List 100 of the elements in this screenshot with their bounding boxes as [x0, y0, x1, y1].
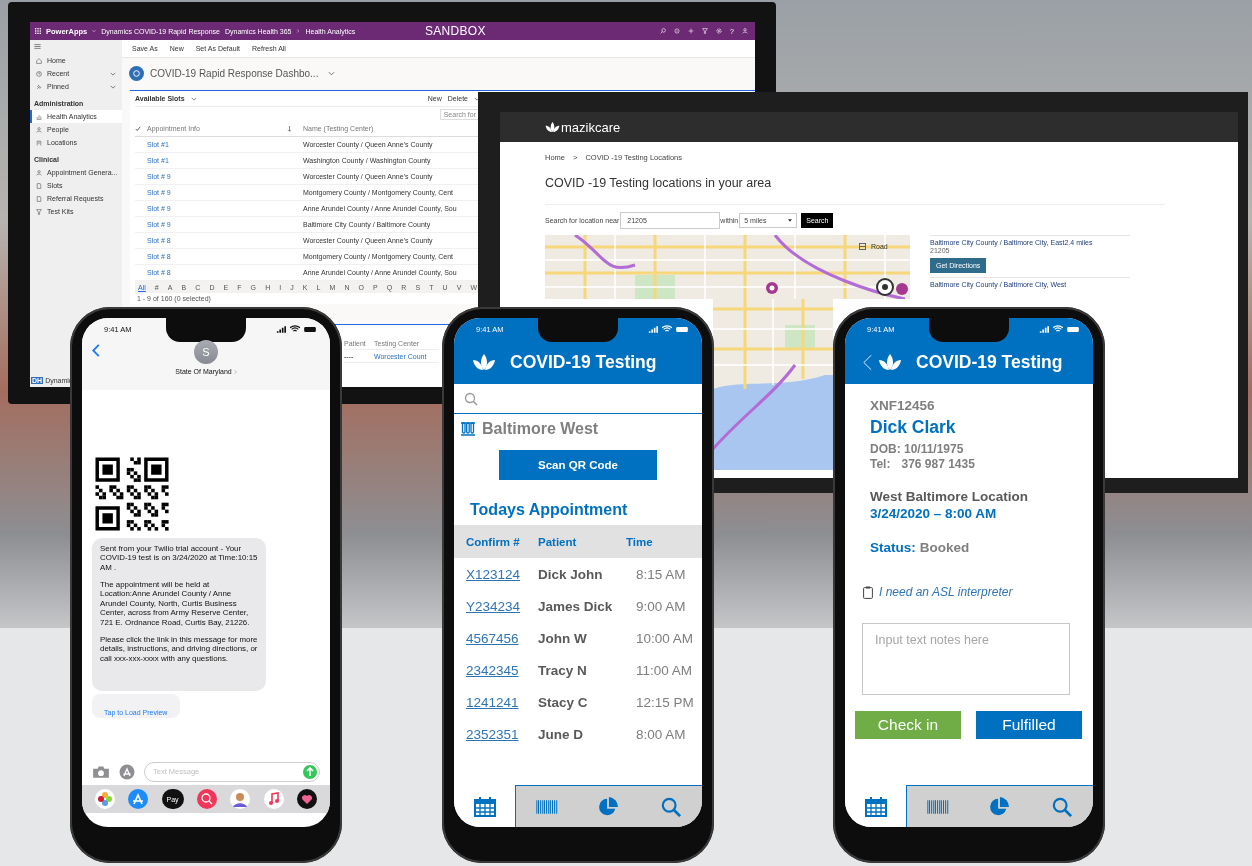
dashboard-icon [129, 65, 144, 81]
confirmation-link[interactable]: 2352351 [466, 726, 538, 742]
confirmation-link[interactable]: 1241241 [466, 694, 538, 710]
heart-app-icon[interactable] [297, 789, 318, 809]
appointment-time: 9:00 AM [636, 598, 687, 614]
person-icon [36, 169, 42, 176]
person-icon [36, 126, 42, 133]
patient-name: James Dick [538, 598, 614, 614]
location-name: West Baltimore Location [870, 489, 1030, 504]
leaf-logo-icon [472, 353, 496, 371]
leaf-logo-icon [545, 121, 560, 133]
accessibility-note: I need an ASL interpreter [879, 585, 1013, 599]
sort-arrow-icon [287, 125, 292, 132]
dropdown-arrow-icon [788, 218, 793, 222]
search-icon[interactable] [660, 28, 667, 34]
status-value: Booked [919, 540, 970, 555]
chevron-down-icon [110, 71, 116, 76]
patient-name: Dick John [538, 566, 604, 582]
plus-icon[interactable] [688, 28, 695, 34]
environment-label: SANDBOX [424, 24, 486, 38]
battery-icon [676, 326, 688, 332]
signal-icon [276, 325, 286, 333]
appointment-time: 10:00 AM [636, 630, 695, 646]
wifi-icon [662, 325, 672, 333]
leaf-logo-icon [878, 353, 902, 371]
clipboard-icon [863, 585, 873, 599]
status-label: Status: [870, 540, 916, 555]
back-chevron-icon[interactable] [92, 344, 100, 357]
phone-label: Tel: [870, 457, 891, 471]
scan-qr-code-button[interactable]: Scan QR Code [499, 450, 657, 480]
battery-icon [304, 326, 316, 332]
signal-icon [1039, 325, 1049, 333]
appointment-datetime: 3/24/2020 – 8:00 AM [870, 506, 998, 521]
app-store-icon[interactable] [128, 789, 149, 809]
appointment-time: 12:15 PM [636, 694, 695, 710]
confirmation-link[interactable]: 4567456 [466, 630, 538, 646]
map-layer-icon [859, 243, 866, 250]
pie-chart-icon [597, 796, 620, 817]
wifi-icon [290, 325, 300, 333]
fulfilled-button[interactable]: Fulfilled [976, 711, 1082, 739]
calendar-icon [473, 796, 496, 817]
page-heading: COVID -19 Testing locations in your area [545, 162, 1165, 205]
brand-name[interactable]: mazikcare [561, 119, 621, 135]
pin-icon [36, 83, 42, 90]
building-icon [36, 139, 42, 146]
calendar-icon [864, 796, 887, 817]
record-id: XNF12456 [870, 398, 936, 413]
chart-icon [36, 113, 42, 120]
search-icon [1050, 796, 1073, 817]
search-icon [659, 796, 682, 817]
patient-name: June D [538, 726, 584, 742]
send-icon[interactable] [303, 764, 317, 779]
filter-icon [36, 208, 42, 215]
search-icon [464, 391, 478, 406]
app-launcher-icon[interactable] [35, 28, 41, 34]
column-header: Time [626, 535, 654, 548]
chevron-down-icon [110, 84, 116, 89]
camera-icon[interactable] [92, 763, 110, 780]
music-app-icon[interactable] [263, 789, 284, 809]
date-of-birth: DOB: 10/11/1975 [870, 442, 965, 456]
app-title: COVID-19 Testing [510, 351, 657, 373]
app-store-icon[interactable] [118, 763, 136, 780]
patient-name: Stacy C [538, 694, 589, 710]
globe-search-icon[interactable] [196, 789, 217, 809]
checkmark-icon[interactable] [135, 125, 141, 132]
appointment-time: 8:00 AM [636, 726, 687, 742]
search-tab[interactable] [1030, 785, 1093, 827]
search-tab[interactable] [639, 785, 702, 827]
confirmation-link[interactable]: 2342345 [466, 662, 538, 678]
patient-name: John W [538, 630, 588, 646]
settings-icon[interactable] [716, 28, 723, 34]
confirmation-link[interactable]: Y234234 [466, 598, 538, 614]
house-icon [36, 57, 42, 64]
avatar-app-icon[interactable] [230, 789, 251, 809]
patient-name: Dick Clark [870, 417, 957, 438]
dashboard-title: COVID-19 Rapid Response Dashbo... [150, 67, 319, 79]
map-drawing[interactable] [545, 235, 910, 299]
map-drawing[interactable] [713, 299, 833, 470]
battery-icon [1067, 326, 1079, 332]
column-header: Patient [538, 535, 578, 548]
phone-number: 376 987 1435 [901, 457, 975, 471]
app-title: COVID-19 Testing [916, 351, 1063, 373]
test-tubes-icon [460, 422, 476, 436]
site-name: Baltimore West [482, 420, 599, 438]
wifi-icon [1053, 325, 1063, 333]
filter-icon[interactable] [702, 28, 709, 34]
chevron-down-icon[interactable] [474, 96, 480, 101]
target-icon[interactable] [674, 28, 681, 34]
signal-icon [648, 325, 658, 333]
menu-icon[interactable] [34, 44, 41, 49]
clock-icon [36, 70, 42, 77]
appointment-time: 11:00 AM [636, 662, 694, 678]
person-icon[interactable] [742, 28, 748, 34]
section-title: Todays Appointment [469, 500, 629, 520]
appointment-time: 8:15 AM [636, 566, 687, 582]
pie-chart-icon [988, 796, 1011, 817]
photos-app-icon[interactable] [94, 789, 115, 809]
confirmation-link[interactable]: X123124 [466, 566, 538, 582]
column-header: Confirm # [466, 535, 521, 548]
patient-name: Tracy N [538, 662, 588, 678]
